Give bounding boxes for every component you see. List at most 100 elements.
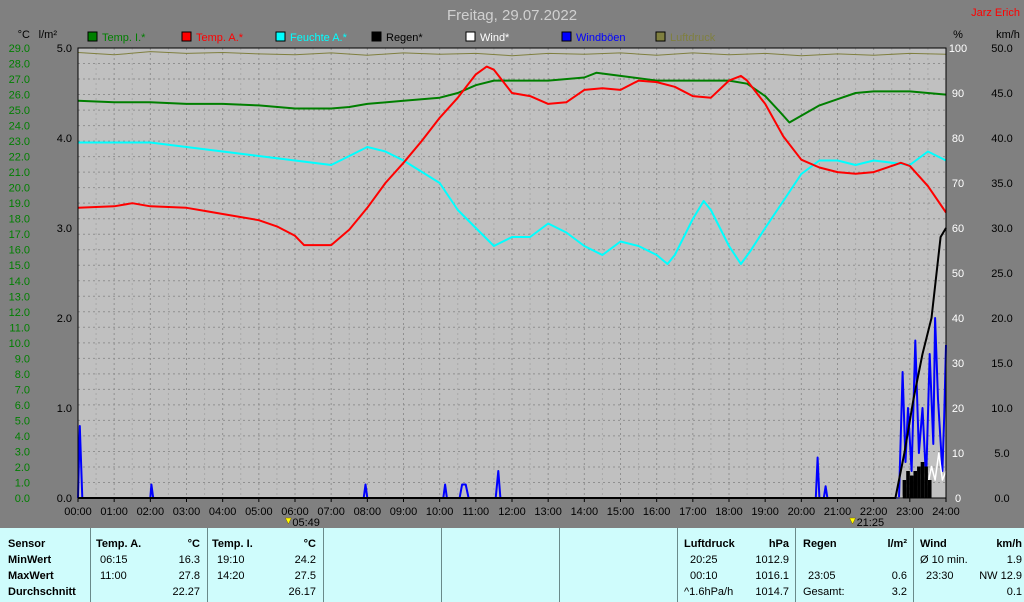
humidity-unit-label: % [953, 29, 963, 41]
rain-unit-label: l/m² [39, 29, 58, 41]
humidity-tick-label: 100 [949, 43, 967, 55]
rain-bar [902, 480, 907, 498]
humidity-tick-label: 60 [952, 223, 964, 235]
temp-i-max-value: 27.5 [294, 570, 316, 582]
pressure-unit: hPa [768, 538, 789, 550]
temp-tick-label: 27.0 [9, 74, 30, 86]
x-tick-label: 14:00 [571, 506, 599, 518]
x-tick-label: 17:00 [679, 506, 707, 518]
rain-tick-label: 4.0 [57, 133, 72, 145]
x-tick-label: 04:00 [209, 506, 237, 518]
wind-max-time: 23:30 [926, 570, 954, 582]
temp-tick-label: 2.0 [15, 462, 30, 474]
temp-tick-label: 12.0 [9, 307, 30, 319]
wind-avg-label: Ø 10 min. [920, 554, 968, 566]
x-tick-label: 12:00 [498, 506, 526, 518]
temp-a-max-time: 11:00 [100, 570, 127, 582]
temp-a-avg-value: 22.27 [172, 586, 200, 598]
temp-tick-label: 29.0 [9, 43, 30, 55]
rain-max-value: 0.6 [891, 570, 907, 582]
temp-tick-label: 13.0 [9, 291, 30, 303]
legend-swatch [181, 31, 192, 42]
humidity-tick-label: 90 [952, 88, 964, 100]
wind-tick-label: 10.0 [991, 403, 1012, 415]
wind-max-value: NW 12.9 [979, 570, 1022, 582]
chart-title: Freitag, 29.07.2022 [447, 7, 577, 24]
temp-a-min-time: 06:15 [100, 554, 128, 566]
wind-min-value: 0.1 [1006, 586, 1022, 598]
x-tick-label: 00:00 [64, 506, 92, 518]
rain-bar [927, 480, 932, 498]
weather-chart: 0.0 1.0 2.0 3.0 4.0 5.0 6.0 7.0 8.0 9.0 10.0 11.0 12… [0, 0, 1024, 528]
rain-bar [909, 475, 914, 498]
legend-label: Wind* [480, 32, 510, 44]
temp-i-unit: °C [303, 538, 316, 550]
pressure-max-time: 00:10 [690, 570, 718, 582]
wind-tick-label: 20.0 [991, 313, 1012, 325]
x-tick-label: 19:00 [751, 506, 779, 518]
row-label-min: MinWert [8, 554, 52, 566]
legend-label: Windböen [576, 32, 626, 44]
temp-i-min-value: 24.2 [294, 554, 316, 566]
pressure-min-value: 1012.9 [755, 554, 789, 566]
temp-tick-label: 3.0 [15, 446, 30, 458]
humidity-tick-label: 80 [952, 133, 964, 145]
temp-tick-label: 16.0 [9, 245, 30, 257]
rain-title: Regen [803, 538, 837, 550]
temp-i-min-time: 19:10 [217, 554, 245, 566]
temp-tick-label: 23.0 [9, 136, 30, 148]
rain-bar [917, 466, 921, 498]
x-tick-label: 10:00 [426, 506, 454, 518]
pressure-trend: ^1.6hPa/h [684, 586, 734, 598]
x-tick-label: 03:00 [173, 506, 201, 518]
temp-tick-label: 11.0 [9, 322, 30, 334]
temp-tick-label: 20.0 [9, 183, 30, 195]
temp-tick-label: 24.0 [9, 121, 30, 133]
sunset-label: 21:25 [857, 517, 885, 528]
wind-tick-label: 5.0 [994, 448, 1009, 460]
legend-swatch [561, 31, 572, 42]
rain-bar [906, 471, 910, 498]
humidity-tick-label: 50 [952, 268, 964, 280]
temp-tick-label: 5.0 [15, 415, 30, 427]
rain-tick-label: 0.0 [57, 493, 72, 505]
x-tick-label: 01:00 [100, 506, 128, 518]
x-tick-label: 09:00 [390, 506, 418, 518]
wind-tick-label: 45.0 [991, 88, 1012, 100]
humidity-tick-label: 70 [952, 178, 964, 190]
rain-max-time: 23:05 [808, 570, 836, 582]
temp-tick-label: 28.0 [9, 59, 30, 71]
wind-tick-label: 40.0 [991, 133, 1012, 145]
temp-tick-label: 1.0 [15, 477, 30, 489]
x-tick-label: 24:00 [932, 506, 960, 518]
legend-swatch [275, 31, 286, 42]
rain-tick-label: 1.0 [57, 403, 72, 415]
temp-unit-label: °C [18, 29, 30, 41]
wind-avg-value: 1.9 [1006, 554, 1022, 566]
x-tick-label: 13:00 [534, 506, 562, 518]
temp-tick-label: 26.0 [9, 90, 30, 102]
wind-unit: km/h [996, 538, 1022, 550]
humidity-tick-label: 10 [952, 448, 964, 460]
legend-swatch [655, 31, 666, 42]
temp-i-max-time: 14:20 [217, 570, 245, 582]
x-tick-label: 11:00 [462, 506, 489, 518]
legend-label: Feuchte A.* [290, 32, 348, 44]
wind-tick-label: 50.0 [991, 43, 1012, 55]
temp-tick-label: 18.0 [9, 214, 30, 226]
humidity-tick-label: 40 [952, 313, 964, 325]
wind-tick-label: 25.0 [991, 268, 1012, 280]
rain-unit: l/m² [887, 538, 907, 550]
x-tick-label: 16:00 [643, 506, 671, 518]
temp-tick-label: 17.0 [9, 229, 30, 241]
temp-tick-label: 4.0 [15, 431, 30, 443]
temp-i-title: Temp. I. [212, 538, 253, 550]
humidity-tick-label: 0 [955, 493, 961, 505]
wind-tick-label: 30.0 [991, 223, 1012, 235]
x-tick-label: 20:00 [788, 506, 816, 518]
temp-a-title: Temp. A. [96, 538, 142, 550]
temp-tick-label: 6.0 [15, 400, 30, 412]
humidity-tick-label: 30 [952, 358, 964, 370]
temp-tick-label: 15.0 [9, 260, 30, 272]
weather-chart-page: 0.0 1.0 2.0 3.0 4.0 5.0 6.0 7.0 8.0 9.0 10.0 11.0 12… [0, 0, 1024, 602]
